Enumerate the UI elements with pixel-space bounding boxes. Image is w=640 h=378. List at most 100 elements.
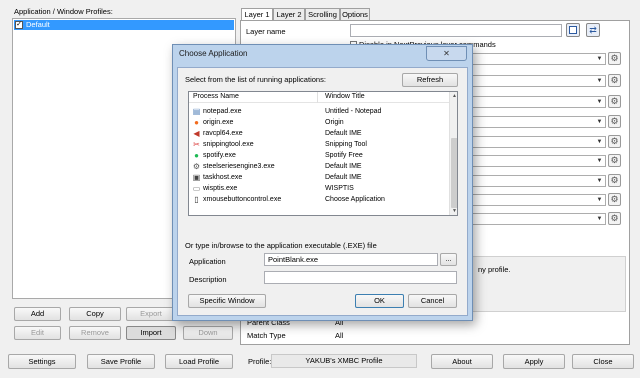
button-action-combo-6[interactable]: ▼	[452, 155, 606, 167]
swap-icon[interactable]: ⇄	[586, 23, 600, 37]
button-action-combo-7[interactable]: ▼	[452, 175, 606, 187]
tab-layer-2[interactable]: Layer 2	[273, 8, 305, 20]
process-name: notepad.exe	[203, 108, 242, 115]
column-divider	[317, 92, 318, 103]
list-item[interactable]: ▣ taskhost.exe Default IME	[189, 172, 449, 183]
profile-label: Default	[26, 20, 50, 29]
chevron-down-icon: ▼	[596, 158, 603, 164]
profile-checkbox[interactable]: ✓	[15, 21, 23, 29]
process-name: ravcpl64.exe	[203, 130, 243, 137]
window-title: Choose Application	[325, 196, 385, 203]
gear-icon[interactable]: ⚙	[608, 95, 621, 108]
wisptis-icon: ▭	[192, 184, 201, 193]
gear-icon[interactable]: ⚙	[608, 212, 621, 225]
chevron-down-icon: ▼	[596, 178, 603, 184]
col-title-header[interactable]: Window Title	[325, 93, 365, 100]
down-button[interactable]: Down	[183, 326, 233, 340]
layer-window-icon[interactable]	[566, 23, 580, 37]
gear-icon[interactable]: ⚙	[608, 74, 621, 87]
copy-button[interactable]: Copy	[69, 307, 121, 321]
process-name: steelseriesengine3.exe	[203, 163, 275, 170]
steelseries-icon: ⚙	[192, 162, 201, 171]
profile-label: Profile:	[248, 357, 272, 366]
about-button[interactable]: About	[431, 354, 493, 369]
list-item[interactable]: ▭ wisptis.exe WISPTIS	[189, 183, 449, 194]
gear-icon[interactable]: ⚙	[608, 174, 621, 187]
process-name: origin.exe	[203, 119, 234, 126]
description-label: Description	[189, 275, 227, 284]
save-profile-button[interactable]: Save Profile	[87, 354, 155, 369]
chevron-down-icon: ▼	[596, 197, 603, 203]
button-action-combo-1[interactable]: ▼	[452, 53, 606, 65]
button-action-combo-4[interactable]: ▼	[452, 116, 606, 128]
layer-name-input[interactable]	[350, 24, 562, 37]
list-item[interactable]: ✂ snippingtool.exe Snipping Tool	[189, 139, 449, 150]
refresh-button[interactable]: Refresh	[402, 73, 458, 87]
chevron-down-icon: ▼	[596, 56, 603, 62]
close-button[interactable]: Close	[572, 354, 634, 369]
chevron-down-icon: ▼	[596, 119, 603, 125]
specific-window-button[interactable]: Specific Window	[188, 294, 266, 308]
tab-options[interactable]: Options	[340, 8, 370, 20]
dialog-close-icon[interactable]: ✕	[426, 46, 467, 61]
origin-icon: ●	[194, 118, 199, 127]
profile-item-default[interactable]: ✓ Default	[14, 20, 234, 30]
chevron-down-icon: ▼	[596, 78, 603, 84]
dialog-title: Choose Application	[179, 49, 248, 58]
scroll-up-icon[interactable]: ▲	[451, 92, 457, 100]
remove-button[interactable]: Remove	[69, 326, 121, 340]
scroll-thumb[interactable]	[451, 138, 457, 208]
taskhost-icon: ▣	[192, 173, 201, 182]
window-title: Default IME	[325, 130, 362, 137]
notepad-icon: ▤	[192, 107, 201, 116]
button-action-combo-9[interactable]: ▼	[452, 213, 606, 225]
gear-icon[interactable]: ⚙	[608, 135, 621, 148]
list-item[interactable]: ◀ ravcpl64.exe Default IME	[189, 128, 449, 139]
button-action-combo-5[interactable]: ▼	[452, 136, 606, 148]
window-title: WISPTIS	[325, 185, 354, 192]
gear-icon[interactable]: ⚙	[608, 115, 621, 128]
gear-icon[interactable]: ⚙	[608, 193, 621, 206]
profile-name-display: YAKUB's XMBC Profile	[271, 354, 417, 368]
edit-button[interactable]: Edit	[14, 326, 61, 340]
cancel-button[interactable]: Cancel	[408, 294, 457, 308]
gear-icon[interactable]: ⚙	[608, 52, 621, 65]
add-button[interactable]: Add	[14, 307, 61, 321]
list-item[interactable]: ▯ xmousebuttoncontrol.exe Choose Applicati…	[189, 194, 449, 205]
list-item[interactable]: ● spotify.exe Spotify Free	[189, 150, 449, 161]
dialog-client: Select from the list of running applicat…	[177, 67, 468, 316]
ok-button[interactable]: OK	[355, 294, 404, 308]
settings-button[interactable]: Settings	[8, 354, 76, 369]
export-button[interactable]: Export	[126, 307, 176, 321]
apply-button[interactable]: Apply	[503, 354, 565, 369]
layer-name-label: Layer name	[246, 27, 286, 36]
mouse-icon: ▯	[194, 195, 199, 204]
list-item[interactable]: ● origin.exe Origin	[189, 117, 449, 128]
description-input[interactable]	[264, 271, 457, 284]
scroll-down-icon[interactable]: ▼	[451, 207, 457, 215]
load-profile-button[interactable]: Load Profile	[165, 354, 233, 369]
import-button[interactable]: Import	[126, 326, 176, 340]
list-item[interactable]: ▤ notepad.exe Untitled - Notepad	[189, 106, 449, 117]
process-name: snippingtool.exe	[203, 141, 254, 148]
dialog-instruction: Select from the list of running applicat…	[185, 75, 326, 84]
chevron-down-icon: ▼	[596, 139, 603, 145]
application-input[interactable]: PointBlank.exe	[264, 253, 438, 266]
chevron-down-icon: ▼	[596, 216, 603, 222]
tab-scrolling[interactable]: Scrolling	[305, 8, 340, 20]
list-header: Process Name Window Title	[189, 92, 449, 103]
window-title: Untitled - Notepad	[325, 108, 382, 115]
info-text: ny profile.	[478, 265, 511, 274]
list-item[interactable]: ⚙ steelseriesengine3.exe Default IME	[189, 161, 449, 172]
list-scrollbar[interactable]: ▲ ▼	[449, 92, 457, 215]
chevron-down-icon: ▼	[596, 99, 603, 105]
button-action-combo-3[interactable]: ▼	[452, 96, 606, 108]
gear-icon[interactable]: ⚙	[608, 154, 621, 167]
window-title: Spotify Free	[325, 152, 363, 159]
process-list[interactable]: Process Name Window Title ▤ notepad.exe Un…	[188, 91, 458, 216]
button-action-combo-8[interactable]: ▼	[452, 194, 606, 206]
col-process-header[interactable]: Process Name	[193, 93, 239, 100]
browse-button[interactable]: ...	[440, 253, 457, 266]
window-title: Default IME	[325, 174, 362, 181]
button-action-combo-2[interactable]: ▼	[452, 75, 606, 87]
